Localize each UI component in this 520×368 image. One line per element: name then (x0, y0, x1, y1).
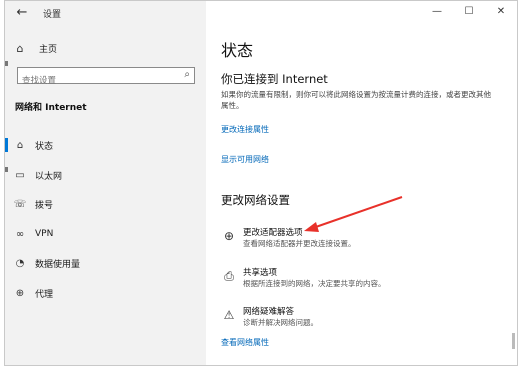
sidebar: ← 设置 ⌂ 主页 ⌕ 网络和 Internet ⌂ 状态 ▭ 以太网 ☏ 拨号 (5, 1, 206, 365)
sidebar-item-vpn[interactable]: ∞ VPN (5, 220, 206, 250)
sidebar-item-status[interactable]: ⌂ 状态 (5, 131, 206, 161)
sidebar-item-label: 状态 (35, 142, 54, 153)
sidebar-nav: ⌂ 状态 ▭ 以太网 ☏ 拨号 ∞ VPN ◔ 数据使用量 ⊕ 代理 (5, 131, 206, 308)
sidebar-item-label: 数据使用量 (35, 260, 81, 271)
sidebar-item-label: 代理 (35, 289, 54, 300)
sidebar-item-ethernet[interactable]: ▭ 以太网 (5, 161, 206, 191)
arrow-head (304, 222, 319, 232)
arrow-shaft (309, 196, 403, 230)
dialup-icon: ☏ (13, 199, 27, 211)
section-title: 网络和 Internet (15, 103, 87, 113)
proxy-icon: ⊕ (15, 287, 25, 299)
vpn-icon: ∞ (15, 228, 25, 240)
home-nav-item[interactable]: ⌂ 主页 (13, 40, 58, 56)
data-usage-icon: ◔ (15, 258, 25, 270)
sidebar-item-label: 以太网 (35, 171, 63, 182)
sidebar-item-label: 拨号 (35, 201, 54, 212)
title-bar: ← 设置 (5, 1, 206, 27)
red-arrow-annotation (304, 196, 403, 232)
search-icon[interactable]: ⌕ (184, 69, 190, 80)
sidebar-item-proxy[interactable]: ⊕ 代理 (5, 279, 206, 309)
back-button[interactable]: ← (13, 5, 31, 21)
status-icon: ⌂ (16, 140, 24, 152)
sidebar-item-data-usage[interactable]: ◔ 数据使用量 (5, 249, 206, 279)
search-box[interactable]: ⌕ (17, 67, 195, 89)
sidebar-item-label: VPN (35, 229, 54, 240)
main-content: — ☐ ✕ 状态 你已连接到 Internet 如果你的流量有限制，则你可以将此… (206, 1, 517, 365)
search-input[interactable] (18, 73, 172, 89)
home-icon: ⌂ (16, 41, 24, 55)
ethernet-icon: ▭ (15, 169, 25, 181)
sidebar-item-dialup[interactable]: ☏ 拨号 (5, 190, 206, 220)
home-label: 主页 (39, 44, 58, 55)
settings-window: ← 设置 ⌂ 主页 ⌕ 网络和 Internet ⌂ 状态 ▭ 以太网 ☏ 拨号 (4, 0, 518, 366)
edge-mark (5, 61, 8, 66)
edge-mark (5, 167, 8, 172)
app-title: 设置 (43, 10, 62, 20)
